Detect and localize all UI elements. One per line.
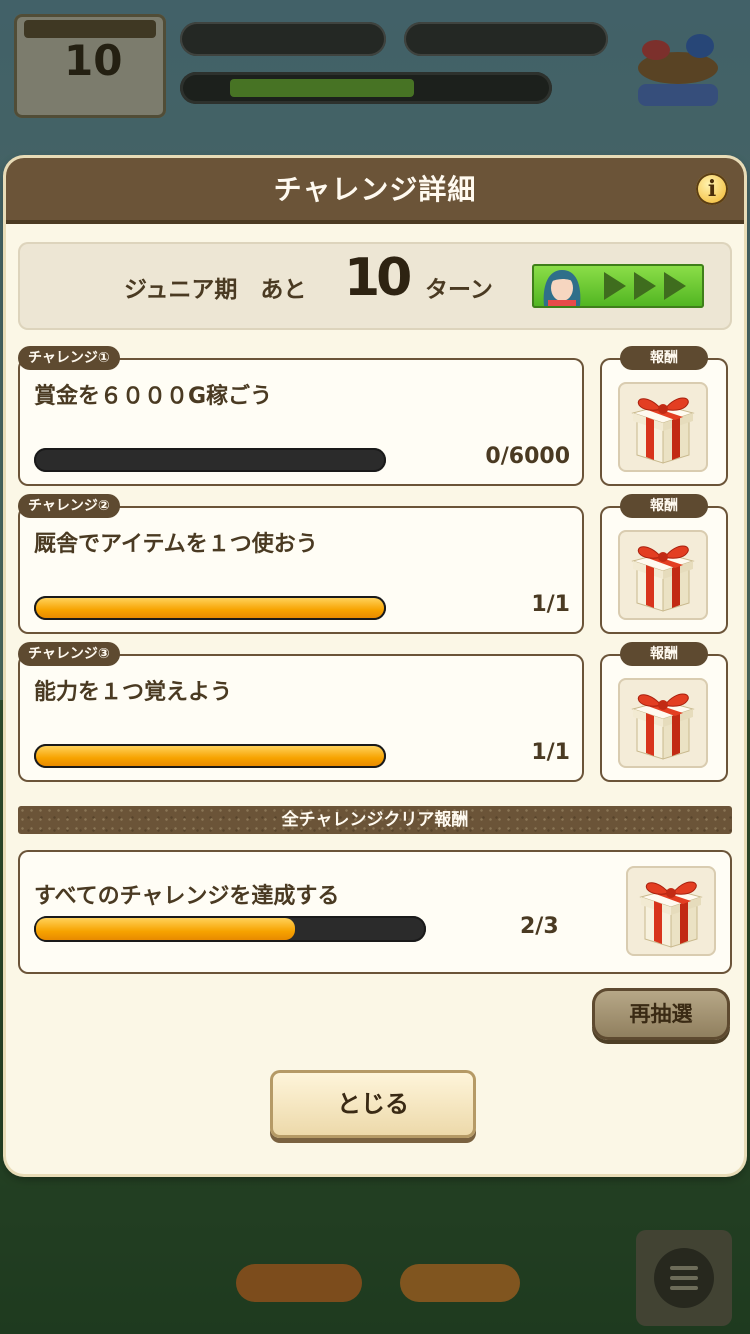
challenge-3-box: 能力を１つ覚えよう 1/1	[18, 654, 584, 782]
challenge-2-progress-text: 1/1	[531, 592, 570, 617]
period-gauge	[532, 264, 704, 308]
all-clear-progress-text: 2/3	[520, 914, 559, 939]
challenge-1-tag: チャレンジ①	[18, 346, 120, 370]
all-clear-header-label: 全チャレンジクリア報酬	[281, 810, 469, 830]
remaining-turns-panel: ジュニア期 あと 10 ターン	[18, 242, 732, 330]
gift-box-icon[interactable]	[618, 678, 708, 768]
challenge-3-progress-bar	[34, 744, 386, 768]
challenge-3-reward-box[interactable]	[600, 654, 728, 782]
all-clear-progress-fill	[36, 918, 295, 940]
challenge-2-tag: チャレンジ②	[18, 494, 120, 518]
challenge-3-progress-fill	[36, 746, 384, 766]
challenge-1-progress-text: 0/6000	[485, 444, 570, 469]
challenge-detail-dialog: チャレンジ詳細 i ジュニア期 あと 10 ターン 賞金を６０００G稼ごう 0/…	[6, 158, 744, 1174]
all-clear-box: すべてのチャレンジを達成する 2/3	[18, 850, 732, 974]
all-clear-header: 全チャレンジクリア報酬	[18, 806, 732, 834]
gift-box-icon[interactable]	[626, 866, 716, 956]
gift-box-icon[interactable]	[618, 530, 708, 620]
dialog-header: チャレンジ詳細 i	[6, 158, 744, 224]
challenge-3-tag: チャレンジ③	[18, 642, 120, 666]
challenge-2-progress-fill	[36, 598, 384, 618]
challenge-3-progress-text: 1/1	[531, 740, 570, 765]
turn-label: ジュニア期 あと	[124, 277, 307, 303]
challenge-3-text: 能力を１つ覚えよう	[34, 680, 233, 705]
challenge-2-reward-box[interactable]	[600, 506, 728, 634]
chevron-right-icon	[664, 272, 686, 300]
info-icon[interactable]: i	[696, 173, 728, 205]
challenge-1-box: 賞金を６０００G稼ごう 0/6000	[18, 358, 584, 486]
challenge-1-reward-box[interactable]	[600, 358, 728, 486]
challenge-1-reward-label: 報酬	[620, 346, 708, 370]
gift-box-icon[interactable]	[618, 382, 708, 472]
challenge-2-box: 厩舎でアイテムを１つ使おう 1/1	[18, 506, 584, 634]
challenge-2-text: 厩舎でアイテムを１つ使おう	[34, 532, 318, 557]
challenge-2-progress-bar	[34, 596, 386, 620]
challenge-1-text: 賞金を６０００G稼ごう	[34, 384, 273, 409]
turn-number: 10	[344, 248, 412, 308]
all-clear-progress-bar	[34, 916, 426, 942]
challenge-2-reward-label: 報酬	[620, 494, 708, 518]
all-clear-text: すべてのチャレンジを達成する	[34, 884, 340, 909]
challenge-1-progress-bar	[34, 448, 386, 472]
character-portrait-icon	[543, 270, 581, 306]
redraw-button[interactable]: 再抽選	[592, 988, 730, 1040]
dialog-title: チャレンジ詳細	[273, 173, 477, 206]
close-button[interactable]: とじる	[270, 1070, 476, 1138]
chevron-right-icon	[634, 272, 656, 300]
challenge-3-reward-label: 報酬	[620, 642, 708, 666]
chevron-right-icon	[604, 272, 626, 300]
turn-unit: ターン	[425, 277, 493, 303]
